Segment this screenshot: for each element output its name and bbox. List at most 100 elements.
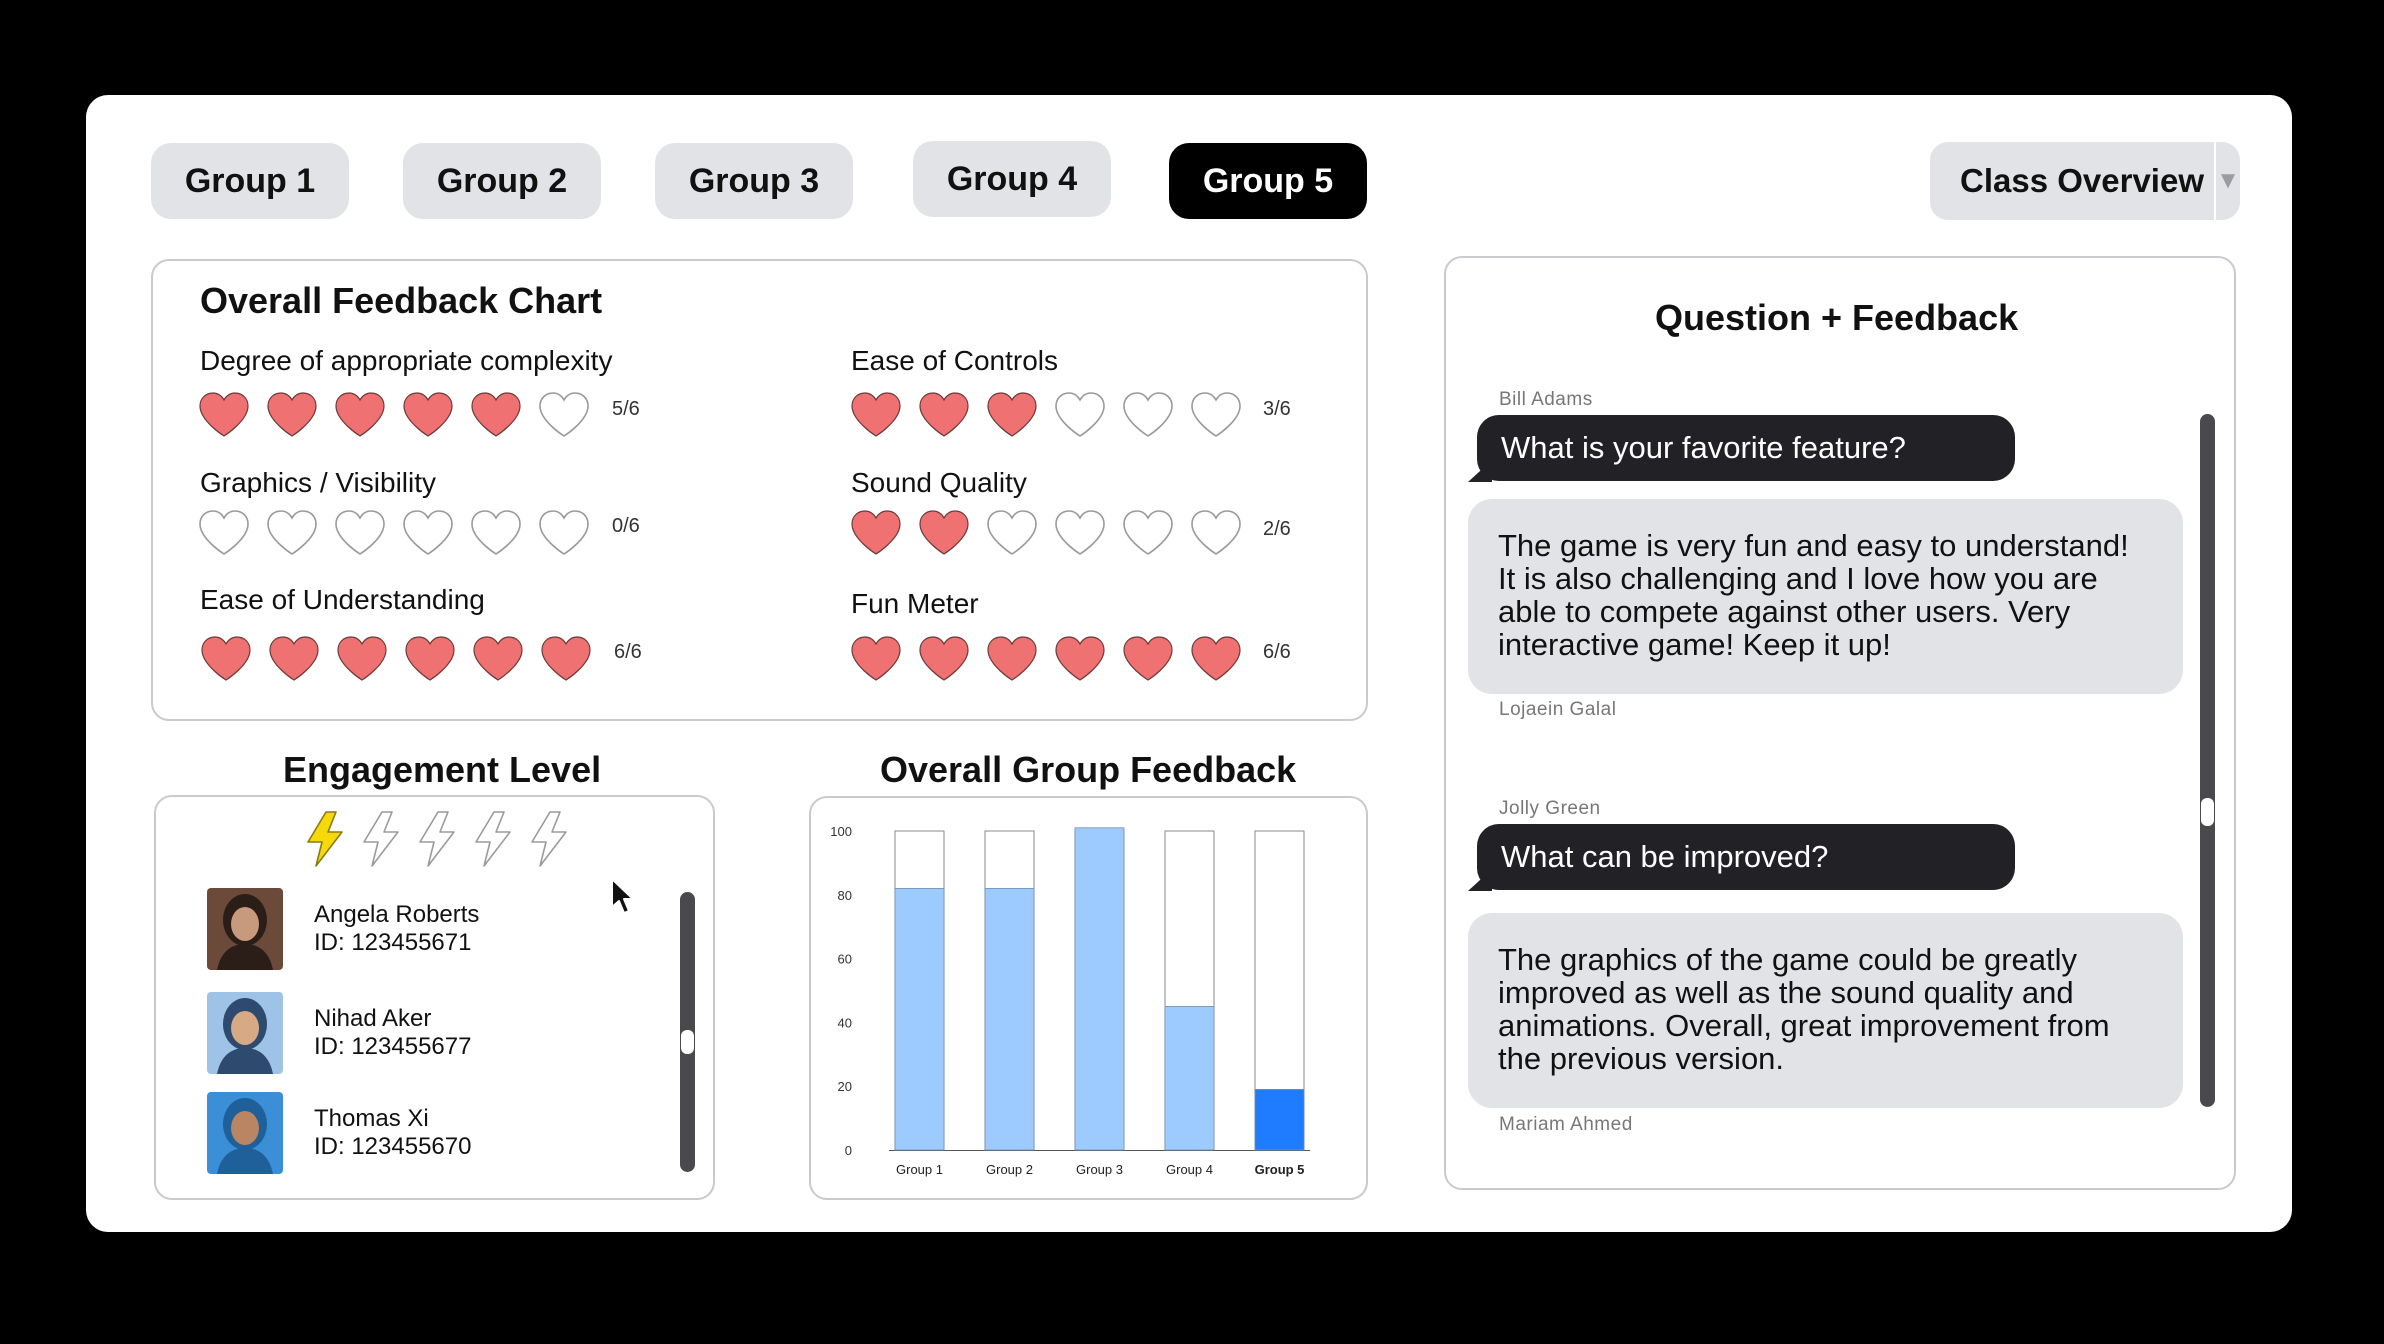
heart-filled-icon	[1123, 636, 1173, 681]
heart-outline-icon	[539, 510, 589, 555]
student-list-scrollbar[interactable]	[680, 892, 695, 1172]
heart-filled-icon	[851, 510, 901, 555]
metric-label: Degree of appropriate complexity	[200, 345, 613, 376]
heart-rating	[197, 508, 605, 558]
avatar	[207, 992, 283, 1074]
x-tick-label: Group 5	[1255, 1162, 1305, 1177]
heart-rating	[849, 508, 1257, 558]
tab-group-4[interactable]: Group 4	[913, 141, 1111, 217]
metric-score: 2/6	[1263, 518, 1291, 540]
heart-outline-icon	[987, 510, 1037, 555]
student-name: Nihad Aker	[314, 1005, 432, 1032]
heart-outline-icon	[1123, 510, 1173, 555]
bar	[1074, 827, 1125, 1151]
engagement-title: Engagement Level	[283, 749, 602, 790]
metric-score: 0/6	[612, 515, 640, 537]
heart-filled-icon	[987, 392, 1037, 437]
heart-filled-icon	[473, 636, 523, 681]
lightning-outline-icon	[363, 811, 399, 867]
heart-filled-icon	[403, 392, 453, 437]
tab-group-3[interactable]: Group 3	[655, 143, 853, 219]
bar	[1164, 1006, 1215, 1151]
answer-bubble: The graphics of the game could be greatl…	[1468, 913, 2183, 1108]
student-list-scroll-thumb[interactable]	[681, 1030, 694, 1054]
student-id: ID: 123455670	[314, 1133, 472, 1160]
avatar	[207, 888, 283, 970]
heart-filled-icon	[1191, 636, 1241, 681]
engagement-meter	[302, 810, 582, 868]
responder-name: Lojaein Galal	[1499, 699, 1617, 720]
heart-outline-icon	[539, 392, 589, 437]
metric-label: Fun Meter	[851, 588, 979, 619]
class-overview-dropdown[interactable]: Class Overview ▼	[1930, 142, 2240, 220]
x-tick-label: Group 1	[896, 1162, 943, 1177]
heart-outline-icon	[335, 510, 385, 555]
student-name: Angela Roberts	[314, 901, 480, 928]
tab-group-5[interactable]: Group 5	[1169, 143, 1367, 219]
y-tick-label: 20	[838, 1079, 852, 1094]
heart-filled-icon	[471, 392, 521, 437]
heart-outline-icon	[471, 510, 521, 555]
heart-filled-icon	[1055, 636, 1105, 681]
student-list-item[interactable]: Angela Roberts ID: 123455671	[207, 888, 479, 970]
heart-outline-icon	[403, 510, 453, 555]
heart-rating	[199, 634, 607, 684]
heart-outline-icon	[1123, 392, 1173, 437]
heart-filled-icon	[987, 636, 1037, 681]
y-tick-label: 0	[845, 1143, 852, 1158]
heart-outline-icon	[267, 510, 317, 555]
question-bubble: What is your favorite feature?	[1477, 415, 2015, 481]
class-overview-label: Class Overview	[1960, 162, 2204, 199]
y-tick-label: 60	[838, 952, 852, 967]
chevron-down-icon[interactable]: ▼	[2214, 142, 2240, 220]
tab-group-2[interactable]: Group 2	[403, 143, 601, 219]
x-tick-label: Group 4	[1166, 1162, 1213, 1177]
x-tick-label: Group 2	[986, 1162, 1033, 1177]
heart-rating	[197, 390, 605, 440]
lightning-outline-icon	[531, 811, 567, 867]
heart-filled-icon	[201, 636, 251, 681]
heart-filled-icon	[267, 392, 317, 437]
bar	[1254, 1088, 1305, 1151]
y-tick-label: 80	[838, 888, 852, 903]
avatar	[207, 1092, 283, 1174]
metric-label: Ease of Controls	[851, 345, 1058, 376]
answer-bubble: The game is very fun and easy to underst…	[1468, 499, 2183, 694]
heart-outline-icon	[1055, 510, 1105, 555]
qa-title: Question + Feedback	[1655, 297, 2019, 338]
heart-filled-icon	[337, 636, 387, 681]
bar	[894, 888, 945, 1151]
metric-label: Ease of Understanding	[200, 584, 485, 615]
y-tick-label: 40	[838, 1015, 852, 1030]
y-tick-label: 100	[830, 824, 852, 839]
heart-rating	[849, 634, 1257, 684]
heart-outline-icon	[1191, 510, 1241, 555]
student-id: ID: 123455677	[314, 1033, 472, 1060]
metric-score: 3/6	[1263, 398, 1291, 420]
heart-filled-icon	[199, 392, 249, 437]
asker-name: Jolly Green	[1499, 798, 1601, 819]
heart-outline-icon	[1055, 392, 1105, 437]
group-feedback-bar-chart: 0 20 40 60 80 100 Group 1 Group 2 Group 3 Group 4…	[830, 824, 1310, 1177]
asker-name: Bill Adams	[1499, 389, 1593, 410]
heart-filled-icon	[919, 510, 969, 555]
student-list-item[interactable]: Thomas Xi ID: 123455670	[207, 1092, 471, 1174]
student-list-item[interactable]: Nihad Aker ID: 123455677	[207, 992, 471, 1074]
qa-scrollbar[interactable]	[2200, 414, 2215, 1107]
student-name: Thomas Xi	[314, 1105, 429, 1132]
metric-label: Sound Quality	[851, 467, 1027, 498]
heart-filled-icon	[541, 636, 591, 681]
heart-filled-icon	[851, 392, 901, 437]
responder-name: Mariam Ahmed	[1499, 1114, 1633, 1135]
heart-outline-icon	[199, 510, 249, 555]
heart-filled-icon	[851, 636, 901, 681]
qa-scroll-thumb[interactable]	[2201, 798, 2214, 826]
x-tick-label: Group 3	[1076, 1162, 1123, 1177]
lightning-outline-icon	[419, 811, 455, 867]
metric-label: Graphics / Visibility	[200, 467, 437, 498]
metric-score: 6/6	[614, 641, 642, 663]
tab-group-1[interactable]: Group 1	[151, 143, 349, 219]
group-feedback-title: Overall Group Feedback	[880, 749, 1297, 790]
mouse-cursor-icon	[611, 878, 634, 914]
heart-filled-icon	[269, 636, 319, 681]
